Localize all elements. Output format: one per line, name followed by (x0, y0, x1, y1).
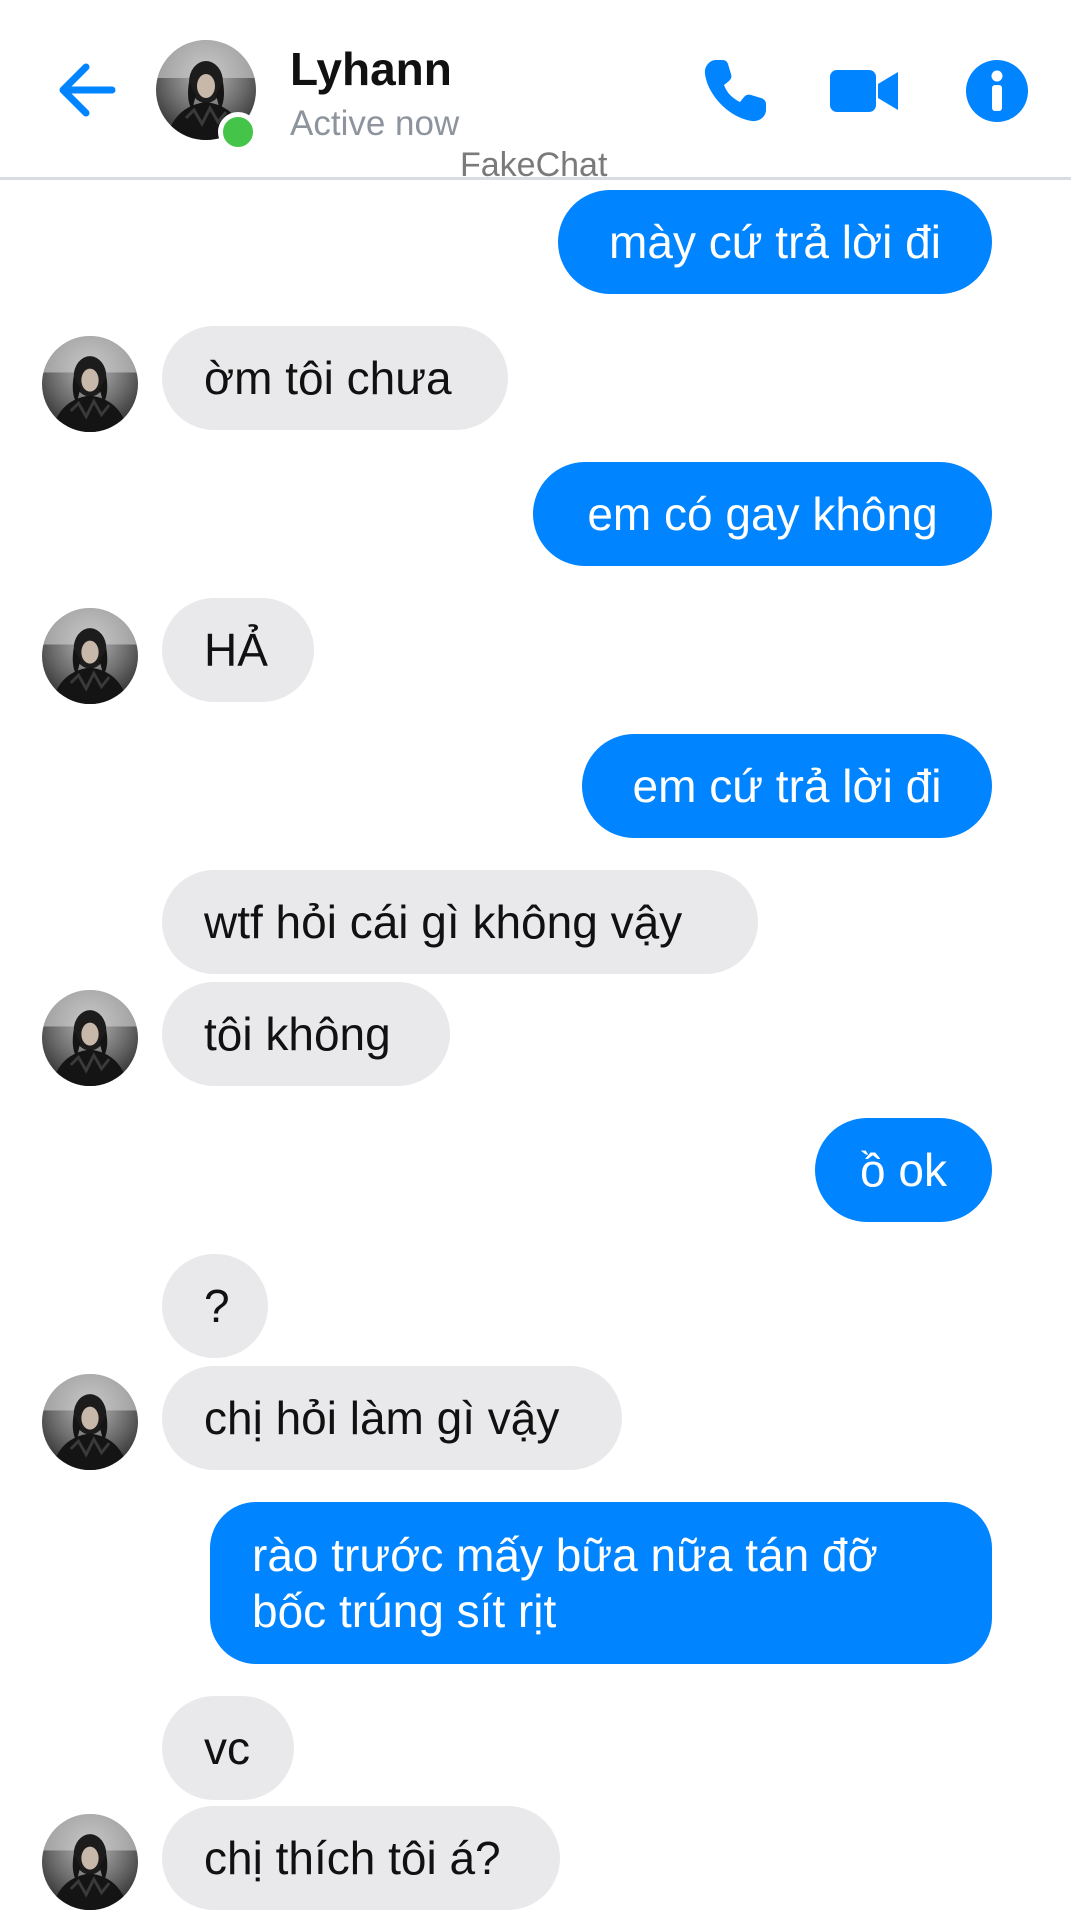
message-bubble-incoming[interactable]: tôi không (162, 982, 450, 1086)
back-arrow-icon[interactable] (52, 55, 122, 125)
info-icon[interactable] (958, 52, 1036, 130)
message-bubble-outgoing[interactable]: mày cứ trả lời đi (558, 190, 992, 294)
message-text: em cứ trả lời đi (632, 760, 942, 812)
message-text-line: rào trước mấy bữa nữa tán đỡ (252, 1529, 878, 1581)
online-status-dot (218, 112, 258, 152)
contact-avatar-small[interactable] (42, 608, 138, 704)
message-bubble-incoming[interactable]: HẢ (162, 598, 314, 702)
message-bubble-incoming[interactable]: ờm tôi chưa (162, 326, 508, 430)
message-bubble-outgoing[interactable]: ồ ok (815, 1118, 992, 1222)
message-text: wtf hỏi cái gì không vậy (204, 896, 683, 948)
contact-name[interactable]: Lyhann (290, 42, 452, 96)
message-bubble-outgoing[interactable]: em cứ trả lời đi (582, 734, 992, 838)
message-bubble-incoming[interactable]: ? (162, 1254, 268, 1358)
contact-avatar-small[interactable] (42, 1814, 138, 1910)
contact-avatar-small[interactable] (42, 1374, 138, 1470)
message-text: em có gay không (587, 488, 938, 540)
message-text-line: bốc trúng sít rịt (252, 1585, 557, 1637)
message-text: HẢ (204, 624, 268, 676)
contact-avatar-small[interactable] (42, 336, 138, 432)
message-text: chị hỏi làm gì vậy (204, 1392, 560, 1444)
message-text: ờm tôi chưa (204, 352, 452, 404)
message-bubble-incoming[interactable]: vc (162, 1696, 294, 1800)
phone-icon[interactable] (696, 52, 774, 130)
watermark-text: FakeChat (460, 146, 608, 184)
video-camera-icon[interactable] (826, 52, 904, 130)
message-bubble-incoming[interactable]: chị hỏi làm gì vậy (162, 1366, 622, 1470)
message-text: ? (204, 1280, 230, 1332)
contact-avatar-small[interactable] (42, 990, 138, 1086)
message-text: mày cứ trả lời đi (609, 216, 941, 268)
message-bubble-outgoing[interactable]: em có gay không (533, 462, 992, 566)
message-bubble-incoming[interactable]: wtf hỏi cái gì không vậy (162, 870, 758, 974)
contact-status: Active now (290, 104, 460, 143)
message-text: vc (204, 1722, 250, 1774)
message-text: chị thích tôi á? (204, 1832, 501, 1884)
message-bubble-outgoing[interactable]: rào trước mấy bữa nữa tán đỡ bốc trúng s… (210, 1502, 992, 1664)
message-bubble-incoming[interactable]: chị thích tôi á? (162, 1806, 560, 1910)
message-text: tôi không (204, 1008, 391, 1060)
message-text: ồ ok (860, 1144, 947, 1196)
